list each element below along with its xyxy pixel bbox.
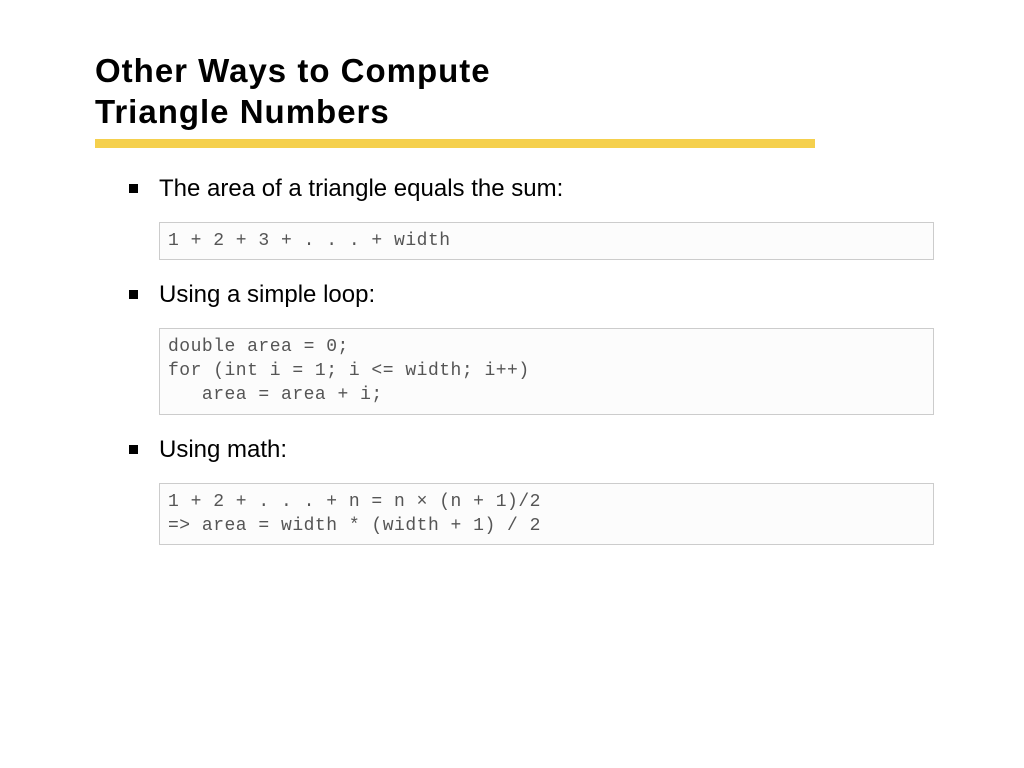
slide-content: The area of a triangle equals the sum: 1… xyxy=(95,174,934,546)
bullet-list: The area of a triangle equals the sum: 1… xyxy=(129,174,934,546)
code-block: 1 + 2 + 3 + . . . + width xyxy=(159,222,934,260)
title-underline xyxy=(95,139,815,148)
slide: Other Ways to Compute Triangle Numbers T… xyxy=(0,0,1024,545)
bullet-item: Using a simple loop: xyxy=(129,280,934,310)
bullet-text: Using a simple loop: xyxy=(159,281,375,308)
code-block: 1 + 2 + . . . + n = n × (n + 1)/2 => are… xyxy=(159,483,934,546)
slide-title: Other Ways to Compute Triangle Numbers xyxy=(95,50,934,133)
title-line-1: Other Ways to Compute xyxy=(95,52,491,89)
bullet-text: Using math: xyxy=(159,436,287,463)
code-block: double area = 0; for (int i = 1; i <= wi… xyxy=(159,328,934,415)
bullet-item: Using math: xyxy=(129,435,934,465)
bullet-item: The area of a triangle equals the sum: xyxy=(129,174,934,204)
bullet-text: The area of a triangle equals the sum: xyxy=(159,175,563,202)
title-line-2: Triangle Numbers xyxy=(95,93,390,130)
